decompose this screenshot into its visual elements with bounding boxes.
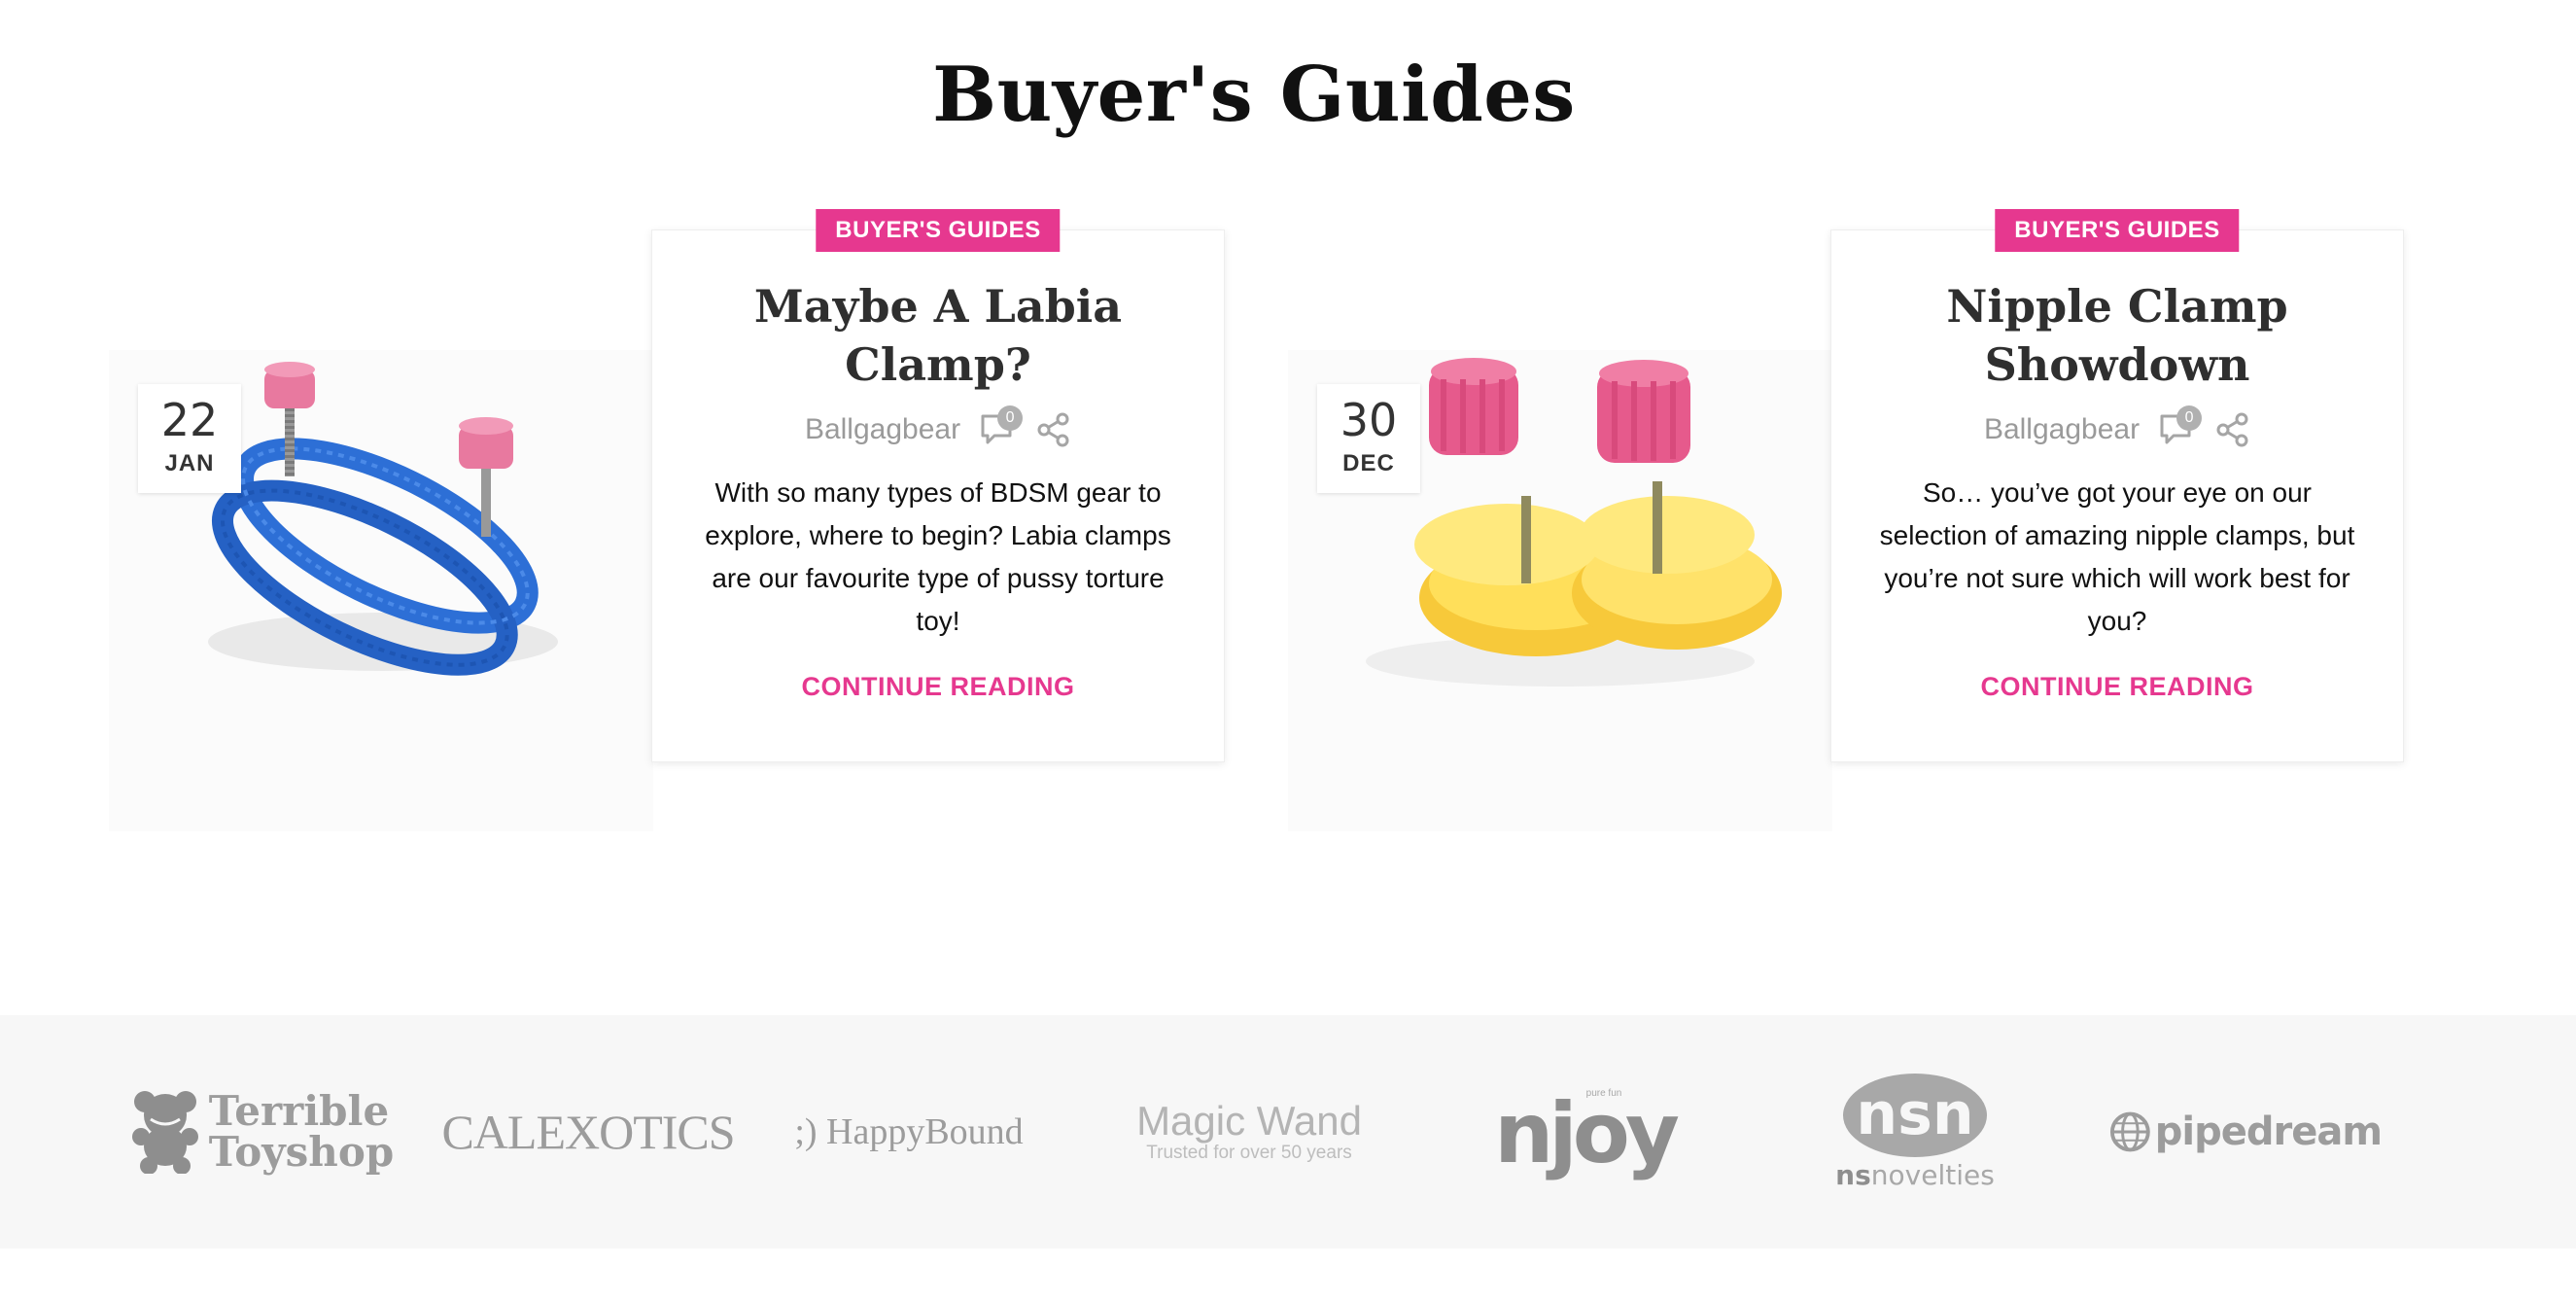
category-badge[interactable]: BUYER'S GUIDES xyxy=(1995,209,2240,252)
brand-magic-wand[interactable]: Magic Wand Trusted for over 50 years xyxy=(1108,1015,1390,1249)
brand-terrible-line1: Terrible xyxy=(208,1087,390,1135)
post-card: BUYER'S GUIDES Maybe A Labia Clamp? Ball… xyxy=(651,209,1225,762)
date-month: JAN xyxy=(164,450,215,476)
post-meta: Ballgagbear 0 xyxy=(1831,405,2403,448)
comment-count: 0 xyxy=(2176,405,2203,431)
post-author[interactable]: Ballgagbear xyxy=(805,413,960,446)
brand-happybound-text: ;) HappyBound xyxy=(794,1111,1024,1152)
post-card: BUYER'S GUIDES Nipple Clamp Showdown Bal… xyxy=(1830,209,2404,762)
globe-icon xyxy=(2109,1111,2150,1152)
brand-nsnovelties-rest: novelties xyxy=(1870,1158,1995,1191)
post-title[interactable]: Maybe A Labia Clamp? xyxy=(652,277,1224,394)
comments-link[interactable]: 0 xyxy=(2159,405,2203,448)
brand-logos-strip: Terrible Toyshop CALEXOTICS ;) HappyBoun… xyxy=(0,1015,2576,1249)
brand-pipedream-text: pipedream xyxy=(2154,1109,2383,1154)
comment-count: 0 xyxy=(997,405,1024,431)
share-icon[interactable] xyxy=(2215,412,2250,447)
brand-njoy[interactable]: pure fun njoy xyxy=(1487,1015,1682,1249)
brand-terrible-toyshop[interactable]: Terrible Toyshop xyxy=(126,1015,399,1249)
brand-njoy-text: njoy xyxy=(1494,1084,1680,1182)
date-day: 22 xyxy=(160,394,219,446)
date-badge: 22 JAN xyxy=(138,384,241,493)
continue-reading-link[interactable]: CONTINUE READING xyxy=(801,672,1074,702)
post-excerpt: With so many types of BDSM gear to explo… xyxy=(705,477,1171,636)
brand-nsnovelties-label: nsnovelties xyxy=(1835,1159,1995,1191)
brand-magicwand-tagline: Trusted for over 50 years xyxy=(1146,1143,1352,1163)
brand-magicwand-text: Magic Wand xyxy=(1136,1098,1362,1144)
brand-happybound[interactable]: ;) HappyBound xyxy=(787,1015,1030,1249)
post-title[interactable]: Nipple Clamp Showdown xyxy=(1831,277,2403,394)
continue-reading-link[interactable]: CONTINUE READING xyxy=(1980,672,2253,702)
blog-post: 22 JAN BUYER'S GUIDES Maybe A Labia Clam… xyxy=(109,194,1287,831)
post-excerpt: So… you’ve got your eye on our selection… xyxy=(1879,477,2355,636)
category-badge[interactable]: BUYER'S GUIDES xyxy=(816,209,1061,252)
post-meta: Ballgagbear 0 xyxy=(652,405,1224,448)
brand-ns-novelties[interactable]: nsn nsnovelties xyxy=(1808,1015,2022,1249)
date-month: DEC xyxy=(1342,450,1395,476)
brand-terrible-line2: Toyshop xyxy=(208,1128,395,1176)
brand-nsn-oval: nsn xyxy=(1843,1073,1987,1157)
date-badge: 30 DEC xyxy=(1317,384,1420,493)
post-author[interactable]: Ballgagbear xyxy=(1984,413,2140,446)
share-icon[interactable] xyxy=(1036,412,1071,447)
brand-nsn-text: nsn xyxy=(1856,1079,1974,1148)
brand-calexotics[interactable]: CALEXOTICS xyxy=(441,1015,735,1249)
brand-calexotics-text: CALEXOTICS xyxy=(441,1105,735,1159)
blog-post: 30 DEC BUYER'S GUIDES Nipple Clamp Showd… xyxy=(1288,194,2466,831)
teddy-bear-icon xyxy=(131,1091,198,1174)
section-title: Buyer's Guides xyxy=(932,51,1576,139)
comments-link[interactable]: 0 xyxy=(980,405,1024,448)
brand-pipedream[interactable]: pipedream xyxy=(2109,1015,2383,1249)
date-day: 30 xyxy=(1340,394,1398,446)
brand-nsnovelties-ns: ns xyxy=(1835,1158,1871,1191)
